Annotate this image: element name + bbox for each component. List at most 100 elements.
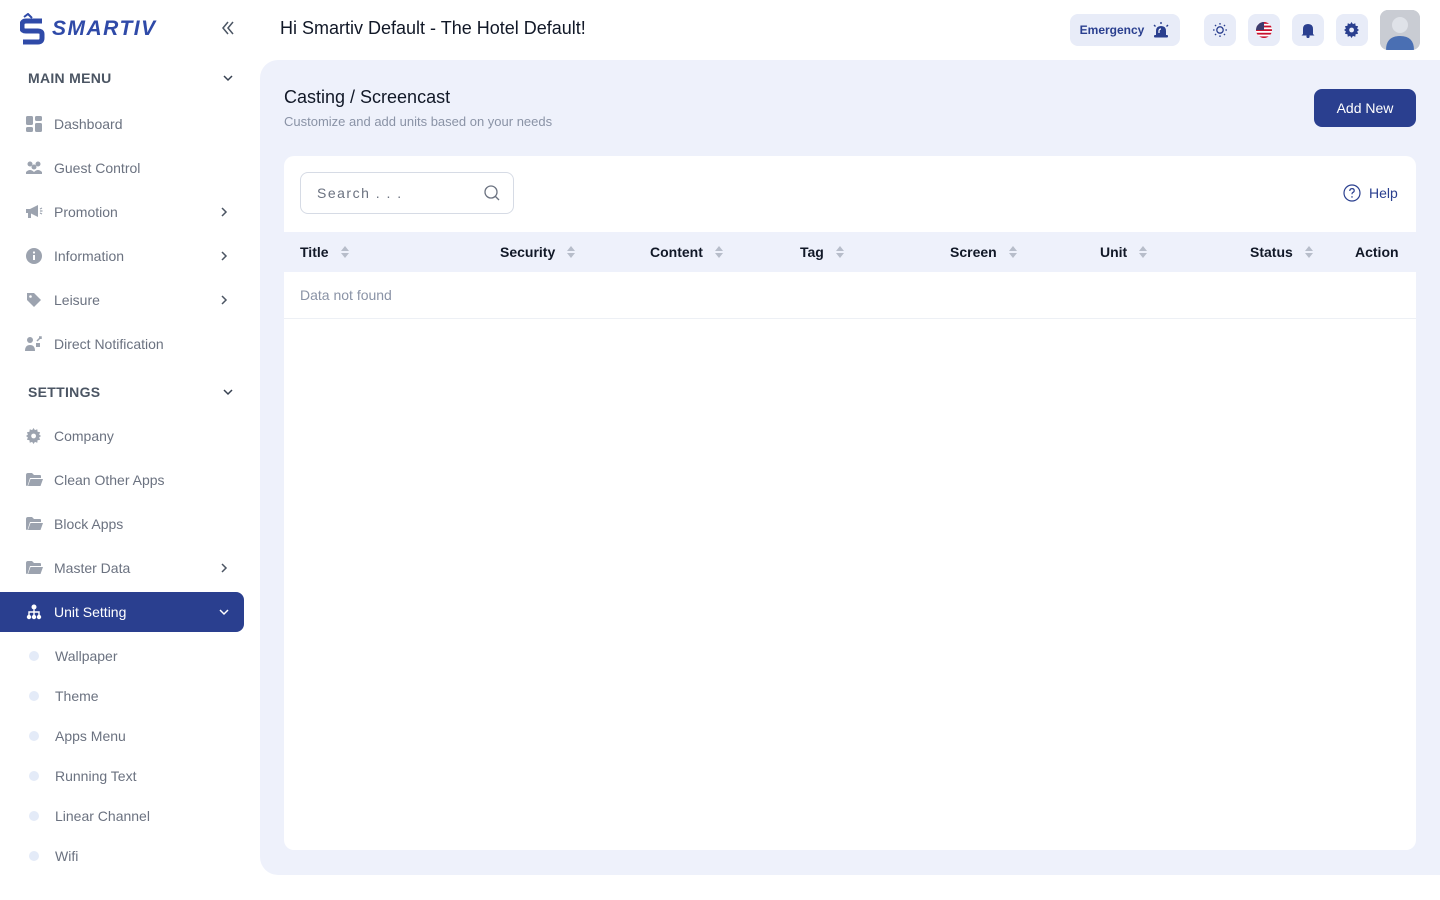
collapse-sidebar-icon[interactable]: [218, 18, 238, 38]
bullet-dot-icon: [29, 691, 39, 701]
sidebar-item-clean-other-apps[interactable]: Clean Other Apps: [0, 460, 244, 500]
sidebar-item-guest-control[interactable]: Guest Control: [0, 148, 244, 188]
greeting-text: Hi Smartiv Default - The Hotel Default!: [280, 18, 586, 38]
sidebar-item-label: Clean Other Apps: [54, 472, 165, 488]
column-label: Tag: [800, 244, 824, 260]
settings-header[interactable]: SETTINGS: [28, 380, 238, 404]
chevron-down-icon: [219, 609, 229, 616]
theme-toggle-button[interactable]: [1204, 14, 1236, 46]
main-menu-header[interactable]: MAIN MENU: [28, 66, 238, 90]
settings-button[interactable]: [1336, 14, 1368, 46]
sidebar-item-unit-setting[interactable]: Unit Setting: [0, 592, 244, 632]
megaphone-icon: [24, 202, 44, 222]
sidebar-item-label: Master Data: [54, 560, 131, 576]
sort-icon: [835, 246, 844, 258]
column-label: Screen: [950, 244, 997, 260]
user-avatar-icon: [1380, 10, 1420, 50]
sidebar-item-label: Company: [54, 428, 114, 444]
column-header-title[interactable]: Title: [300, 232, 349, 272]
search-box[interactable]: [300, 172, 514, 214]
sidebar: SMARTIV MAIN MENU Dashboard Guest Contro…: [0, 0, 260, 900]
folder-icon: [24, 558, 44, 578]
sun-icon: [1213, 23, 1227, 37]
add-new-button[interactable]: Add New: [1314, 89, 1416, 127]
sidebar-item-company[interactable]: Company: [0, 416, 244, 456]
bullet-dot-icon: [29, 851, 39, 861]
sidebar-item-information[interactable]: Information: [0, 236, 244, 276]
sitemap-icon: [24, 602, 44, 622]
column-header-security[interactable]: Security: [500, 232, 576, 272]
sidebar-item-label: Unit Setting: [54, 604, 127, 620]
siren-icon: [1153, 22, 1169, 38]
column-header-content[interactable]: Content: [650, 232, 723, 272]
main-content: Casting / Screencast Customize and add u…: [260, 60, 1440, 875]
folder-icon: [24, 514, 44, 534]
sidebar-item-block-apps[interactable]: Block Apps: [0, 504, 244, 544]
column-header-status[interactable]: Status: [1250, 232, 1313, 272]
column-header-action: Action: [1355, 232, 1399, 272]
sidebar-item-label: Block Apps: [54, 516, 124, 532]
column-label: Action: [1355, 244, 1399, 260]
info-icon: [24, 246, 44, 266]
column-header-screen[interactable]: Screen: [950, 232, 1017, 272]
sidebar-item-dashboard[interactable]: Dashboard: [0, 104, 244, 144]
sidebar-item-direct-notification[interactable]: Direct Notification: [0, 324, 244, 364]
sort-icon: [1304, 246, 1313, 258]
sidebar-subitem-apps-menu[interactable]: Apps Menu: [0, 720, 244, 752]
sort-icon: [1008, 246, 1017, 258]
us-flag-icon: [1256, 22, 1272, 38]
help-label: Help: [1369, 185, 1398, 201]
bullet-dot-icon: [29, 771, 39, 781]
avatar[interactable]: [1380, 10, 1420, 50]
chevron-right-icon: [221, 207, 228, 217]
bell-icon: [1301, 24, 1315, 38]
search-input[interactable]: [317, 185, 477, 201]
page-subtitle: Customize and add units based on your ne…: [284, 114, 553, 129]
sidebar-item-label: Leisure: [54, 292, 100, 308]
gear-icon: [1344, 22, 1360, 38]
sort-icon: [340, 246, 349, 258]
dashboard-icon: [24, 114, 44, 134]
column-header-tag[interactable]: Tag: [800, 232, 844, 272]
sidebar-subitem-linear-channel[interactable]: Linear Channel: [0, 800, 244, 832]
sidebar-item-master-data[interactable]: Master Data: [0, 548, 244, 588]
gear-icon: [24, 426, 44, 446]
column-label: Title: [300, 244, 329, 260]
chevron-down-icon: [223, 75, 233, 82]
bullet-dot-icon: [29, 811, 39, 821]
sidebar-item-promotion[interactable]: Promotion: [0, 192, 244, 232]
column-label: Security: [500, 244, 556, 260]
search-icon[interactable]: [483, 184, 501, 202]
help-link[interactable]: Help: [1343, 184, 1398, 202]
brand-name: SMARTIV: [52, 17, 157, 40]
empty-table-row: Data not found: [284, 272, 1416, 319]
sidebar-item-leisure[interactable]: Leisure: [0, 280, 244, 320]
settings-label: SETTINGS: [28, 384, 101, 400]
table-card: Help Title Security Content Tag Screen: [284, 156, 1416, 850]
chevron-right-icon: [221, 295, 228, 305]
notification-icon: [24, 334, 44, 354]
sidebar-item-label: Dashboard: [54, 116, 123, 132]
sidebar-subitem-label: Theme: [55, 688, 99, 704]
chevron-right-icon: [221, 251, 228, 261]
emergency-button[interactable]: Emergency: [1070, 14, 1180, 46]
main-menu-label: MAIN MENU: [28, 70, 112, 86]
notifications-button[interactable]: [1292, 14, 1324, 46]
sidebar-subitem-theme[interactable]: Theme: [0, 680, 244, 712]
brand-logo[interactable]: SMARTIV: [20, 12, 157, 46]
sort-icon: [714, 246, 723, 258]
tag-icon: [24, 290, 44, 310]
language-button[interactable]: [1248, 14, 1280, 46]
chevron-down-icon: [223, 389, 233, 396]
sidebar-subitem-running-text[interactable]: Running Text: [0, 760, 244, 792]
bullet-dot-icon: [29, 651, 39, 661]
sidebar-subitem-wallpaper[interactable]: Wallpaper: [0, 640, 244, 672]
sidebar-subitem-label: Wallpaper: [55, 648, 118, 664]
sort-icon: [1139, 246, 1148, 258]
column-header-unit[interactable]: Unit: [1100, 232, 1148, 272]
sidebar-subitem-wifi[interactable]: Wifi: [0, 840, 244, 872]
sidebar-subitem-label: Linear Channel: [55, 808, 150, 824]
sort-icon: [567, 246, 576, 258]
smartiv-logo-icon: [20, 13, 45, 45]
page-title: Casting / Screencast: [284, 87, 451, 107]
